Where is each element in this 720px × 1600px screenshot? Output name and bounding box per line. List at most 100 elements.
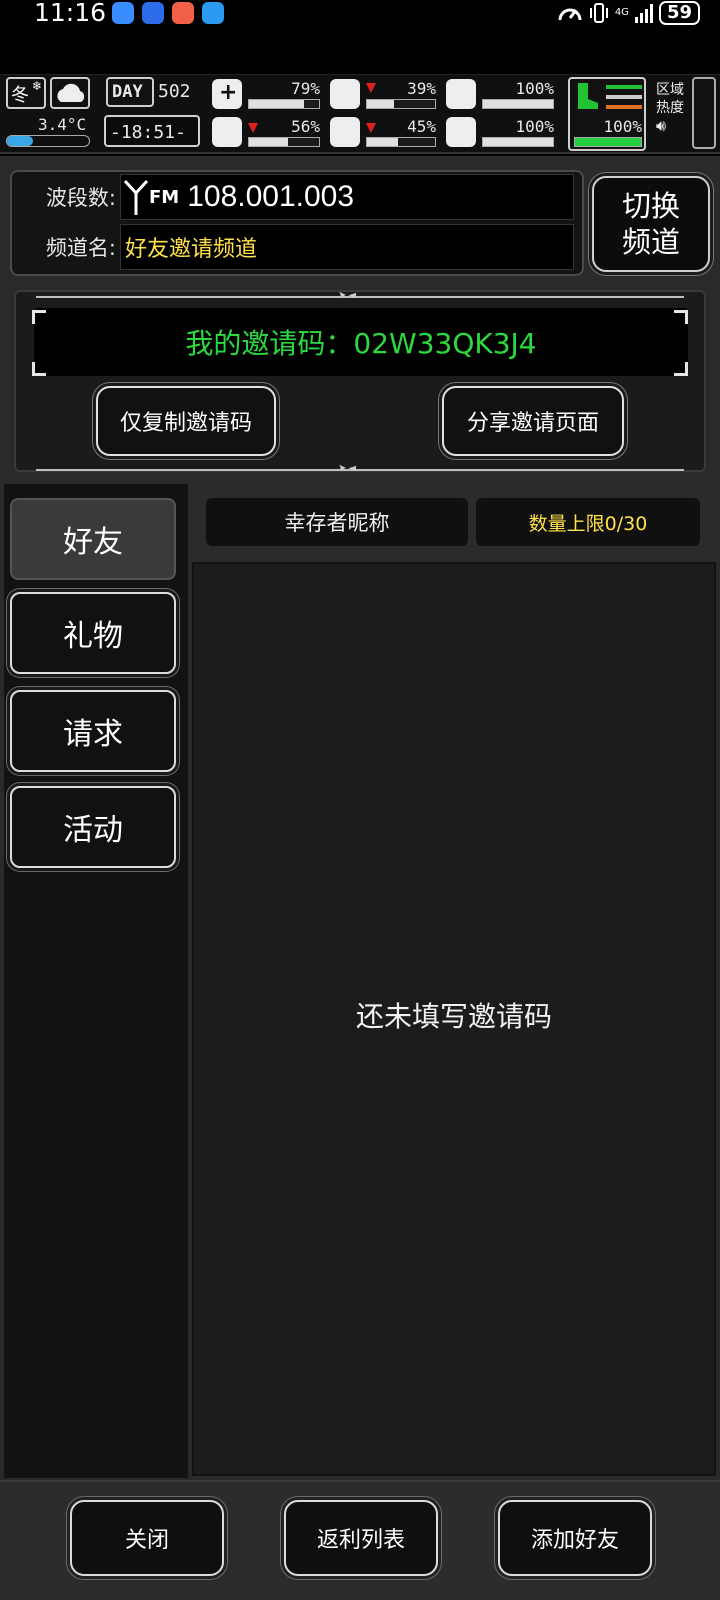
thirst-value: 45% [407, 117, 436, 136]
empty-state-message: 还未填写邀请码 [355, 1000, 552, 1033]
mood-fill [483, 138, 553, 146]
band-value: 108.001.003 [187, 180, 355, 213]
day-number: 502 [158, 81, 191, 102]
water-drop-icon [330, 117, 360, 147]
friend-limit-header: 数量上限0/30 [476, 498, 700, 546]
stamina-value: 100% [603, 117, 642, 136]
thirst-fill [367, 138, 398, 146]
stamina-box: 100% [568, 77, 646, 151]
channel-panel: 波段数: FM 108.001.003 频道名: 好友邀请频道 [10, 170, 584, 276]
brain-icon [212, 117, 242, 147]
speaker-icon: 🔊︎ [656, 116, 667, 135]
battery-indicator: 59 [658, 1, 700, 25]
channel-name-label: 频道名: [45, 236, 116, 260]
stat3-value: 100% [515, 79, 554, 98]
health-bar [248, 99, 320, 109]
rebate-list-button[interactable]: 返利列表 [284, 1500, 438, 1576]
share-invite-page-button[interactable]: 分享邀请页面 [442, 386, 624, 456]
season-box: 冬 ❄ [6, 77, 46, 109]
channel-name-row: 频道名: [20, 224, 120, 270]
switch-channel-line1: 切换 [621, 189, 680, 223]
corner-br [674, 362, 688, 376]
clock-box: -18:51- [104, 115, 200, 147]
divider-top [36, 296, 684, 298]
health-fill [249, 100, 305, 108]
survival-hud: 冬 ❄ 3.4°C DAY 502 -18:51- + 79% 56% 39% … [0, 74, 720, 154]
sanity-down-arrow [248, 123, 258, 133]
heart-icon [446, 117, 476, 147]
thirst-bar [366, 137, 436, 147]
medkit-icon: + [212, 79, 242, 109]
day-label: DAY [112, 82, 143, 102]
thirst-down-arrow [366, 123, 376, 133]
cloud-icon [57, 83, 85, 102]
sanity-value: 56% [291, 117, 320, 136]
snowflake-icon: ❄ [32, 79, 43, 93]
band-row: 波段数: [20, 174, 120, 220]
signal-icon [634, 3, 653, 23]
stamina-line-1 [606, 85, 642, 89]
message-app-icon [112, 2, 134, 24]
tab-requests[interactable]: 请求 [10, 690, 176, 772]
region-heat-meter [692, 77, 716, 149]
thermometer-bar [6, 135, 90, 147]
stamina-fill [575, 138, 641, 146]
fm-label: FM [149, 186, 180, 208]
day-badge: DAY [106, 77, 154, 107]
corner-bl [32, 362, 46, 376]
browser-app-icon [142, 2, 164, 24]
hunger-down-arrow [366, 83, 376, 93]
channel-name-field: 好友邀请频道 [120, 224, 574, 270]
pill-icon [446, 79, 476, 109]
cloud-box [50, 77, 90, 109]
channel-name-value: 好友邀请频道 [125, 237, 258, 262]
band-field: FM 108.001.003 [120, 174, 574, 220]
status-bar: 11:16 4G 59 [0, 0, 720, 74]
hunger-fill [367, 100, 394, 108]
region-heat[interactable]: 区域 热度 🔊︎ [656, 81, 684, 135]
health-value: 79% [291, 79, 320, 98]
stat3-bar [482, 99, 554, 109]
tab-friends[interactable]: 好友 [10, 498, 176, 580]
mood-value: 100% [515, 117, 554, 136]
sanity-bar [248, 137, 320, 147]
thermometer-fill [7, 136, 33, 146]
sanity-fill [249, 138, 289, 146]
corner-tl [32, 310, 46, 324]
stat3-fill [483, 100, 553, 108]
status-right: 4G 59 [557, 0, 700, 26]
stamina-line-2 [606, 95, 642, 99]
status-time: 11:16 [34, 0, 107, 27]
stamina-line-3 [606, 105, 642, 109]
stamina-bar [574, 137, 642, 147]
hunger-value: 39% [407, 79, 436, 98]
nickname-column-header: 幸存者昵称 [206, 498, 468, 546]
weather-app-icon [202, 2, 224, 24]
region-heat-line1: 区域 [656, 82, 684, 98]
network-type: 4G [614, 7, 629, 18]
temperature-value: 3.4°C [38, 115, 87, 134]
speedometer-icon [558, 8, 582, 21]
add-friend-button[interactable]: 添加好友 [498, 1500, 652, 1576]
band-label: 波段数: [45, 186, 116, 210]
antenna-icon [123, 179, 149, 215]
vibrate-icon [589, 3, 608, 23]
hunger-bar [366, 99, 436, 109]
tab-events[interactable]: 活动 [10, 786, 176, 868]
divider-bottom [36, 469, 684, 471]
notification-icons [112, 2, 224, 24]
switch-channel-button[interactable]: 切换 频道 [592, 176, 710, 272]
region-heat-line2: 热度 [656, 100, 684, 116]
switch-channel-line2: 频道 [621, 225, 680, 259]
close-button[interactable]: 关闭 [70, 1500, 224, 1576]
invite-code-display: 我的邀请码：02W33QK3J4 [34, 308, 688, 376]
stomach-icon [330, 79, 360, 109]
clock-value: -18:51- [110, 122, 186, 143]
season-label: 冬 [11, 85, 29, 106]
divider-top-arrows: ➤◄ [338, 290, 359, 301]
temperature-box: 3.4°C [6, 113, 90, 149]
boot-icon [578, 83, 598, 109]
tab-gifts[interactable]: 礼物 [10, 592, 176, 674]
copy-invite-code-button[interactable]: 仅复制邀请码 [96, 386, 276, 456]
mood-bar [482, 137, 554, 147]
